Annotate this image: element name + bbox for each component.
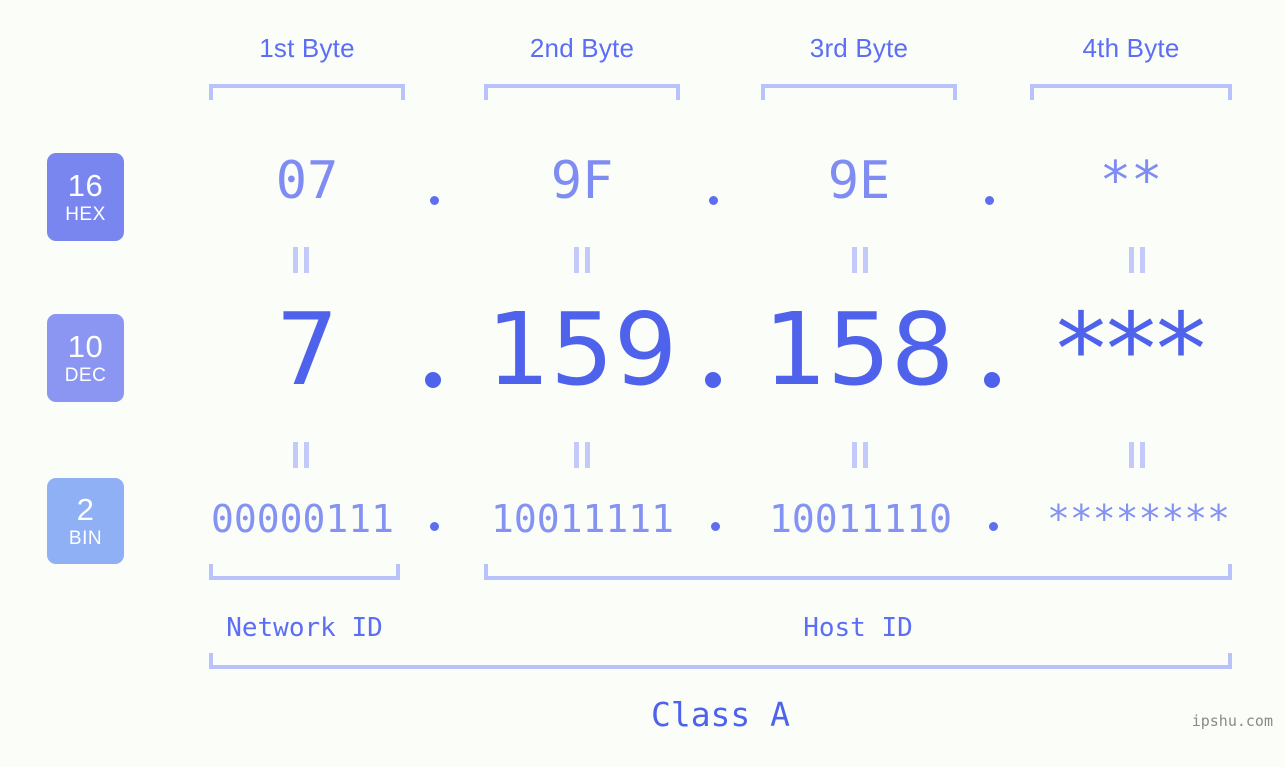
bin-byte-2: 10011111 bbox=[490, 497, 675, 541]
equivalence-mark-hex-dec-1 bbox=[290, 247, 312, 273]
hex-separator-dot-1 bbox=[430, 196, 439, 205]
hex-separator-dot-3 bbox=[985, 196, 994, 205]
bin-byte-4: ******** bbox=[1046, 497, 1231, 541]
host-id-bracket bbox=[484, 564, 1232, 580]
bin-separator-dot-2 bbox=[711, 522, 720, 531]
dec-byte-2: 159 bbox=[486, 291, 678, 408]
base-badge-bin-name: BIN bbox=[68, 528, 103, 549]
dec-separator-dot-2 bbox=[705, 372, 721, 388]
equivalence-mark-dec-bin-4 bbox=[1126, 442, 1148, 468]
watermark: ipshu.com bbox=[1191, 712, 1273, 730]
equivalence-mark-dec-bin-2 bbox=[571, 442, 593, 468]
base-badge-dec-name: DEC bbox=[64, 365, 107, 386]
network-id-label: Network ID bbox=[226, 613, 383, 643]
bin-separator-dot-3 bbox=[989, 522, 998, 531]
byte-header-1: 1st Byte bbox=[259, 33, 355, 63]
dec-byte-4: *** bbox=[1056, 291, 1206, 408]
host-id-label: Host ID bbox=[803, 613, 913, 643]
base-badge-bin-number: 2 bbox=[76, 492, 95, 527]
byte-header-2: 2nd Byte bbox=[529, 33, 635, 63]
hex-byte-1: 07 bbox=[275, 151, 339, 211]
hex-byte-3: 9E bbox=[827, 151, 891, 211]
byte-bracket-1 bbox=[209, 84, 405, 100]
byte-header-3: 3rd Byte bbox=[809, 33, 909, 63]
base-badge-hex: 16 HEX bbox=[47, 153, 124, 241]
equivalence-mark-hex-dec-3 bbox=[849, 247, 871, 273]
byte-bracket-3 bbox=[761, 84, 957, 100]
ip-address-breakdown-diagram: 1st Byte 2nd Byte 3rd Byte 4th Byte 16 H… bbox=[0, 0, 1285, 767]
dec-byte-3: 158 bbox=[763, 291, 955, 408]
bin-byte-3: 10011110 bbox=[768, 497, 953, 541]
dec-byte-1: 7 bbox=[275, 291, 339, 408]
byte-bracket-2 bbox=[484, 84, 680, 100]
bin-byte-1: 00000111 bbox=[210, 497, 395, 541]
hex-separator-dot-2 bbox=[709, 196, 718, 205]
equivalence-mark-dec-bin-1 bbox=[290, 442, 312, 468]
network-id-bracket bbox=[209, 564, 400, 580]
base-badge-hex-name: HEX bbox=[65, 204, 106, 225]
bin-separator-dot-1 bbox=[430, 522, 439, 531]
class-bracket bbox=[209, 653, 1232, 669]
byte-bracket-4 bbox=[1030, 84, 1232, 100]
equivalence-mark-dec-bin-3 bbox=[849, 442, 871, 468]
hex-byte-4: ** bbox=[1099, 151, 1163, 211]
equivalence-mark-hex-dec-4 bbox=[1126, 247, 1148, 273]
equivalence-mark-hex-dec-2 bbox=[571, 247, 593, 273]
dec-separator-dot-3 bbox=[984, 372, 1000, 388]
hex-byte-2: 9F bbox=[550, 151, 614, 211]
byte-header-4: 4th Byte bbox=[1082, 33, 1180, 63]
base-badge-dec-number: 10 bbox=[67, 329, 104, 364]
dec-separator-dot-1 bbox=[425, 372, 441, 388]
class-label: Class A bbox=[650, 695, 791, 734]
base-badge-hex-number: 16 bbox=[67, 168, 104, 203]
base-badge-dec: 10 DEC bbox=[47, 314, 124, 402]
base-badge-bin: 2 BIN bbox=[47, 478, 124, 564]
